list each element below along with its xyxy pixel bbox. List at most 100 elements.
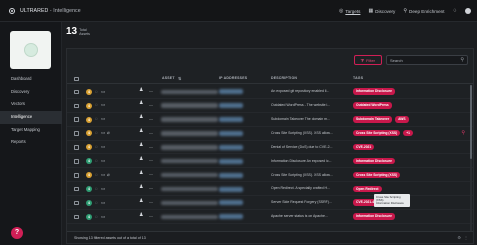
comment-icon[interactable]: ◌ [95, 186, 98, 191]
asset-name-redacted[interactable] [161, 158, 218, 164]
column-tags[interactable]: TAGS [353, 76, 363, 80]
table-row[interactable]: 4 ◌ ▭ ♟ — An exposed git repository enabled l… [67, 85, 473, 99]
search-input[interactable] [390, 56, 460, 65]
profile-avatar[interactable] [10, 31, 51, 69]
hacker-icon[interactable]: ♟ [139, 143, 143, 148]
sidebar-item-target-mapping[interactable]: Target Mapping [0, 124, 62, 137]
comment-icon[interactable]: ◌ [95, 214, 98, 219]
hacker-icon[interactable]: ♟ [139, 101, 143, 106]
link-icon[interactable]: ⌀ [107, 172, 110, 178]
table-row[interactable]: 4 ◌ ▭ ⌀ ♟ — Cross Site Scripting (XSS). XSS al… [67, 168, 473, 183]
chat-icon[interactable]: ▭ [101, 172, 105, 178]
chat-icon[interactable]: ▭ [101, 158, 105, 164]
tag-chip[interactable]: Information Disclosure [353, 213, 395, 220]
row-checkbox[interactable] [74, 214, 79, 220]
row-checkbox[interactable] [74, 159, 79, 164]
more-icon[interactable]: ⋮ [464, 235, 468, 240]
hacker-icon[interactable]: ♟ [139, 185, 143, 190]
settings-icon[interactable]: ⚙ [457, 235, 461, 240]
hacker-icon[interactable]: ♟ [139, 213, 143, 218]
comment-icon[interactable]: ◌ [95, 172, 98, 177]
row-checkbox[interactable] [74, 173, 79, 178]
asset-name-redacted[interactable] [161, 145, 218, 150]
sidebar-item-dashboard[interactable]: Dashboard [0, 73, 62, 86]
targets-link[interactable]: ◎ Targets [339, 8, 360, 14]
comment-icon[interactable]: ◌ [95, 89, 98, 94]
comment-icon[interactable]: ◌ [95, 116, 98, 121]
chat-icon[interactable]: ▭ [101, 214, 105, 220]
sort-icon[interactable]: ⇅ [178, 76, 182, 81]
column-description[interactable]: DESCRIPTION [271, 76, 297, 80]
tag-chip[interactable]: Cross Site Scripting (XSS) [353, 171, 401, 179]
chat-icon[interactable]: ▭ [101, 200, 105, 206]
tag-chip[interactable]: AWS [395, 116, 409, 123]
asset-name-redacted[interactable] [161, 186, 218, 192]
table-row[interactable]: 4 ◌ ▭ ♟ — Subdomain Takeover The domain m... S… [67, 113, 473, 127]
chat-icon[interactable]: ▭ [101, 102, 105, 108]
table-row[interactable]: 4 ◌ ▭ ⌀ ♟ — Cross Site Scripting (XSS). XSS al… [67, 127, 473, 141]
row-checkbox[interactable] [74, 117, 79, 122]
help-button[interactable]: ? [11, 227, 23, 239]
chat-icon[interactable]: ▭ [101, 116, 105, 122]
row-checkbox[interactable] [74, 145, 79, 150]
asset-name-redacted[interactable] [161, 117, 218, 122]
chat-icon[interactable]: ▭ [101, 130, 105, 136]
sidebar-item-vectors[interactable]: Vectors [0, 98, 62, 111]
notification-icon[interactable]: ♢ [453, 8, 457, 14]
tag-chip[interactable]: Outdated WordPress [353, 102, 392, 109]
tag-chip[interactable]: Cross Site Scripting (XSS) [353, 129, 401, 137]
comment-icon[interactable]: ◌ [95, 102, 98, 107]
asset-name-redacted[interactable] [161, 214, 218, 220]
search-row-icon[interactable]: ⚲ [461, 130, 465, 136]
tag-chip[interactable]: Subdomain Takeover [353, 116, 393, 123]
sidebar-item-discovery[interactable]: Discovery [0, 86, 62, 99]
tag-chip[interactable]: Information Disclosure [353, 157, 395, 165]
comment-icon[interactable]: ◌ [95, 200, 98, 205]
asset-name-redacted[interactable] [161, 103, 218, 108]
logo[interactable]: ULTRARED - Intelligence [9, 7, 81, 14]
tag-chip[interactable]: Open Redirect [353, 185, 382, 193]
column-asset[interactable]: ASSET [162, 76, 175, 80]
discovery-link[interactable]: ▦ Discovery [368, 8, 395, 14]
comment-icon[interactable]: ◌ [95, 144, 98, 149]
sidebar-item-intelligence[interactable]: Intelligence [0, 111, 62, 124]
table-row[interactable]: 4 ◌ ▭ ♟ — Apache server status is on Apache..… [67, 210, 473, 224]
table-row[interactable]: 4 ◌ ▭ ♟ — Denial of Service (DoS) due to CVE-… [67, 141, 473, 155]
asset-name-redacted[interactable] [161, 172, 218, 178]
user-avatar[interactable] [465, 8, 471, 14]
deep-enrichment-link[interactable]: ⚲ Deep Enrichment [403, 8, 444, 14]
comment-icon[interactable]: ◌ [95, 158, 98, 163]
hacker-icon[interactable]: ♟ [139, 115, 143, 120]
asset-name-redacted[interactable] [161, 89, 218, 94]
chat-icon[interactable]: ▭ [101, 144, 105, 150]
hacker-icon[interactable]: ♟ [139, 199, 143, 204]
hacker-icon[interactable]: ♟ [139, 157, 143, 162]
hacker-icon[interactable]: ♟ [139, 88, 143, 93]
row-checkbox[interactable] [74, 103, 79, 109]
row-checkbox[interactable] [74, 131, 79, 136]
select-all-checkbox[interactable] [74, 76, 79, 81]
link-icon[interactable]: ⌀ [107, 130, 110, 136]
asset-name-redacted[interactable] [161, 200, 218, 206]
row-checkbox[interactable] [74, 186, 79, 192]
comment-icon[interactable]: ◌ [95, 130, 98, 135]
row-checkbox[interactable] [74, 89, 79, 95]
table-row[interactable]: 4 ◌ ▭ ♟ — Information Disclosure An exposed i… [67, 154, 473, 169]
scroll-thumb[interactable] [469, 85, 472, 159]
table-row[interactable]: 4 ◌ ▭ ♟ — Outdated WordPress - The website i.… [67, 99, 473, 113]
table-scrollbar[interactable] [469, 85, 472, 231]
tag-chip[interactable]: CVE-2021 [353, 143, 375, 151]
sidebar-item-reports[interactable]: Reports [0, 136, 62, 149]
table-row[interactable]: 4 ◌ ▭ ♟ — Server Side Request Forgery (SSRF).… [67, 196, 473, 211]
hacker-icon[interactable]: ♟ [139, 171, 143, 176]
table-row[interactable]: 4 ◌ ▭ ♟ — Open Redirect. A specially crafted … [67, 182, 473, 197]
tag-chip[interactable]: +1 [403, 129, 413, 137]
row-checkbox[interactable] [74, 200, 79, 206]
filter-button[interactable]: ⧩ Filter [353, 55, 382, 65]
chat-icon[interactable]: ▭ [101, 186, 105, 192]
hacker-icon[interactable]: ♟ [139, 129, 143, 134]
asset-name-redacted[interactable] [161, 131, 218, 136]
chat-icon[interactable]: ▭ [101, 89, 105, 95]
tag-chip[interactable]: Information Disclosure [353, 88, 395, 95]
column-ip-addresses[interactable]: IP ADDRESSES [219, 76, 247, 80]
